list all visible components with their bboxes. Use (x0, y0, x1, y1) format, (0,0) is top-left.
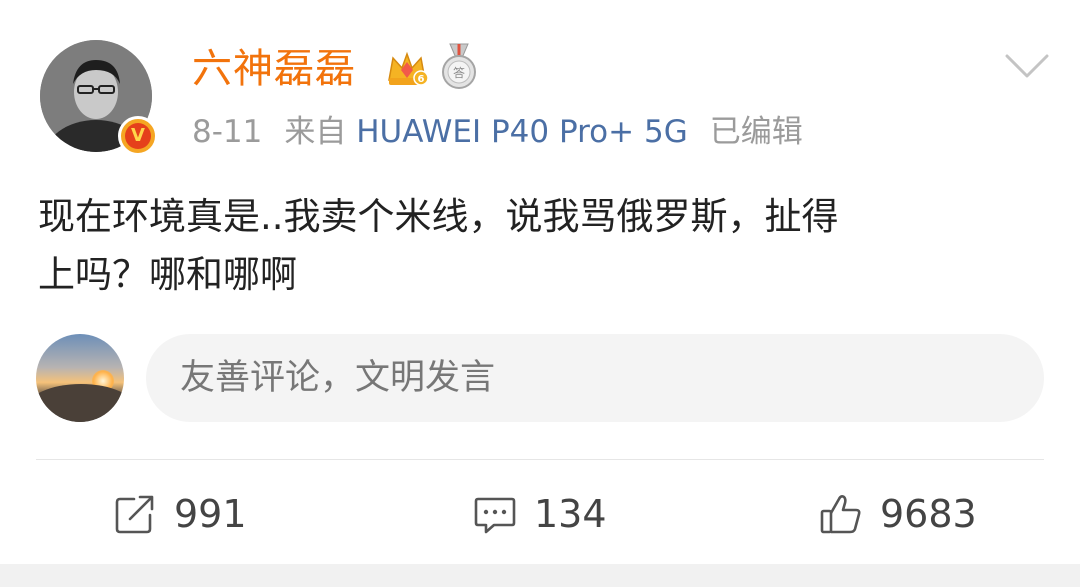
post-content: 现在环境真是..我卖个米线，说我骂俄罗斯，扯得 上吗？哪和哪啊 (38, 188, 1038, 304)
chevron-down-icon[interactable] (1004, 52, 1050, 80)
verified-badge-icon: V (118, 116, 158, 156)
thumbs-up-icon (820, 495, 861, 534)
medal-icon[interactable]: 答 (440, 42, 478, 90)
post-date: 8-11 (192, 114, 263, 150)
like-count: 9683 (880, 492, 977, 536)
avatar-hill-decoration (36, 384, 124, 422)
like-button[interactable]: 9683 (818, 488, 977, 540)
author-name[interactable]: 六神磊磊 (192, 42, 356, 96)
comment-placeholder: 友善评论，文明发言 (180, 358, 496, 398)
crown-icon[interactable]: 6 (385, 46, 429, 90)
source-prefix: 来自 (284, 114, 347, 150)
post-meta: 8-11 来自 HUAWEI P40 Pro+ 5G 已编辑 (192, 110, 803, 154)
edited-label[interactable]: 已编辑 (710, 114, 803, 150)
share-icon (115, 495, 154, 534)
current-user-avatar[interactable] (36, 334, 124, 422)
repost-button[interactable]: 991 (112, 488, 247, 540)
post-content-line: 现在环境真是..我卖个米线，说我骂俄罗斯，扯得 (38, 195, 839, 238)
comment-count: 134 (534, 492, 607, 536)
repost-count: 991 (174, 492, 247, 536)
device-link[interactable]: HUAWEI P40 Pro+ 5G (356, 114, 688, 150)
comment-icon (474, 497, 516, 534)
post-content-line: 上吗？哪和哪啊 (38, 253, 297, 296)
svg-text:答: 答 (453, 65, 465, 80)
bottom-separator (0, 564, 1080, 587)
comment-button[interactable]: 134 (472, 488, 607, 540)
weibo-post: V 六神磊磊 6 答 8-11 来自 HUAWEI P40 Pro+ 5G 已编辑 … (0, 0, 1080, 587)
comment-input[interactable]: 友善评论，文明发言 (146, 334, 1044, 422)
divider (36, 459, 1044, 460)
svg-text:6: 6 (418, 74, 425, 85)
